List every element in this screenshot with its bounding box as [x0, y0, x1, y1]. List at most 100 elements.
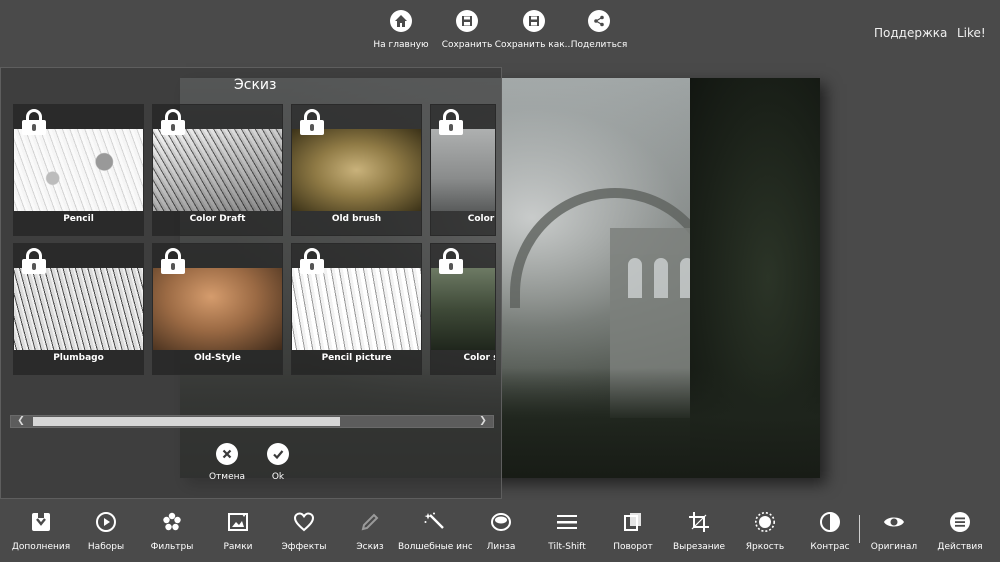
tool-magic[interactable]: Волшебные инс: [398, 510, 472, 552]
effect-color-s[interactable]: Color s: [430, 243, 496, 375]
lock-icon: [161, 109, 185, 135]
tool-label: Волшебные инс: [398, 542, 472, 552]
rotate-icon: [621, 510, 645, 534]
tool-label: Контрас: [810, 542, 850, 552]
home-label: На главную: [373, 40, 429, 50]
effect-thumbnail: [431, 129, 495, 211]
tool-frames[interactable]: Рамки: [201, 510, 275, 552]
save-icon: [456, 10, 478, 32]
bottom-toolbar: Дополнения Наборы Фильтры Рамки Эффекты …: [0, 500, 1000, 562]
tool-label: Яркость: [745, 542, 785, 552]
tool-sets[interactable]: Наборы: [69, 510, 143, 552]
tool-label: Поворот: [613, 542, 653, 552]
lock-icon: [161, 248, 185, 274]
sketch-panel: Эскиз Pencil Color Draft Old brush Color…: [0, 67, 502, 499]
effect-color[interactable]: Color: [430, 104, 496, 236]
lock-icon: [300, 248, 324, 274]
play-icon: [94, 510, 118, 534]
lock-icon: [22, 248, 46, 274]
tool-label: Рамки: [223, 542, 253, 552]
tool-addons[interactable]: Дополнения: [4, 510, 78, 552]
effect-thumbnail: [292, 129, 421, 211]
tool-original[interactable]: Оригинал: [857, 510, 931, 552]
effect-name: Old-Style: [194, 353, 241, 363]
effect-name: Pencil picture: [321, 353, 392, 363]
ok-label: Ok: [271, 472, 285, 482]
tool-brightness[interactable]: Яркость: [728, 510, 802, 552]
flower-icon: [160, 510, 184, 534]
effect-name: Old brush: [331, 214, 382, 224]
tool-label: Эффекты: [281, 542, 327, 552]
effect-thumbnail: [431, 268, 495, 350]
scroll-right-icon[interactable]: ❯: [473, 416, 493, 427]
brightness-icon: [753, 510, 777, 534]
tool-label: Эскиз: [356, 542, 384, 552]
tool-label: Оригинал: [870, 542, 918, 552]
menu-list-icon: [948, 510, 972, 534]
save-label: Сохранить: [441, 40, 493, 50]
tool-label: Действия: [937, 542, 983, 552]
close-icon: [216, 443, 238, 465]
tool-actions[interactable]: Действия: [923, 510, 997, 552]
effect-old-brush[interactable]: Old brush: [291, 104, 422, 236]
tilt-shift-icon: [555, 510, 579, 534]
tool-label: Tilt-Shift: [548, 542, 586, 552]
effect-pencil-picture[interactable]: Pencil picture: [291, 243, 422, 375]
tool-tilt-shift[interactable]: Tilt-Shift: [530, 510, 604, 552]
lock-icon: [22, 109, 46, 135]
tool-effects[interactable]: Эффекты: [267, 510, 341, 552]
eye-icon: [882, 510, 906, 534]
cancel-button[interactable]: Отмена: [202, 443, 252, 482]
share-button[interactable]: Поделиться: [554, 10, 644, 50]
effect-plumbago[interactable]: Plumbago: [13, 243, 144, 375]
effect-thumbnail: [14, 268, 143, 350]
lock-icon: [300, 109, 324, 135]
top-toolbar: На главную Сохранить Сохранить как... По…: [0, 0, 1000, 66]
share-icon: [588, 10, 610, 32]
frame-icon: [226, 510, 250, 534]
lock-icon: [439, 109, 463, 135]
panel-title: Эскиз: [234, 77, 277, 93]
tool-contrast[interactable]: Контрас: [793, 510, 867, 552]
tool-crop[interactable]: Вырезание: [662, 510, 736, 552]
effect-old-style[interactable]: Old-Style: [152, 243, 283, 375]
share-label: Поделиться: [570, 40, 628, 50]
lens-icon: [489, 510, 513, 534]
effect-name: Color Draft: [189, 214, 246, 224]
toolbar-divider: [859, 515, 860, 543]
save-as-icon: [523, 10, 545, 32]
like-link[interactable]: Like!: [957, 26, 986, 40]
effect-name: Pencil: [63, 214, 94, 224]
effect-color-draft[interactable]: Color Draft: [152, 104, 283, 236]
effect-name: Color s: [463, 353, 496, 363]
tool-label: Линза: [486, 542, 516, 552]
magic-wand-icon: [423, 510, 447, 534]
scroll-left-icon[interactable]: ❮: [11, 416, 31, 427]
tool-label: Дополнения: [11, 542, 71, 552]
effect-name: Color: [467, 214, 495, 224]
tool-label: Наборы: [87, 542, 125, 552]
tool-rotate[interactable]: Поворот: [596, 510, 670, 552]
tool-label: Фильтры: [150, 542, 194, 552]
check-icon: [267, 443, 289, 465]
effect-thumbnail: [292, 268, 421, 350]
effect-thumbnail: [14, 129, 143, 211]
crop-icon: [687, 510, 711, 534]
effect-pencil[interactable]: Pencil: [13, 104, 144, 236]
tool-filters[interactable]: Фильтры: [135, 510, 209, 552]
support-link[interactable]: Поддержка: [874, 26, 947, 40]
effect-thumbnail: [153, 268, 282, 350]
tool-sketch[interactable]: Эскиз: [333, 510, 407, 552]
addons-icon: [29, 510, 53, 534]
contrast-icon: [818, 510, 842, 534]
pencil-icon: [358, 510, 382, 534]
heart-icon: [292, 510, 316, 534]
scroll-thumb[interactable]: [33, 417, 340, 426]
ok-button[interactable]: Ok: [253, 443, 303, 482]
effect-thumbnail: [153, 129, 282, 211]
cancel-label: Отмена: [208, 472, 246, 482]
lock-icon: [439, 248, 463, 274]
effect-name: Plumbago: [53, 353, 104, 363]
tool-lens[interactable]: Линза: [464, 510, 538, 552]
effects-scrollbar[interactable]: ❮ ❯: [10, 415, 494, 428]
